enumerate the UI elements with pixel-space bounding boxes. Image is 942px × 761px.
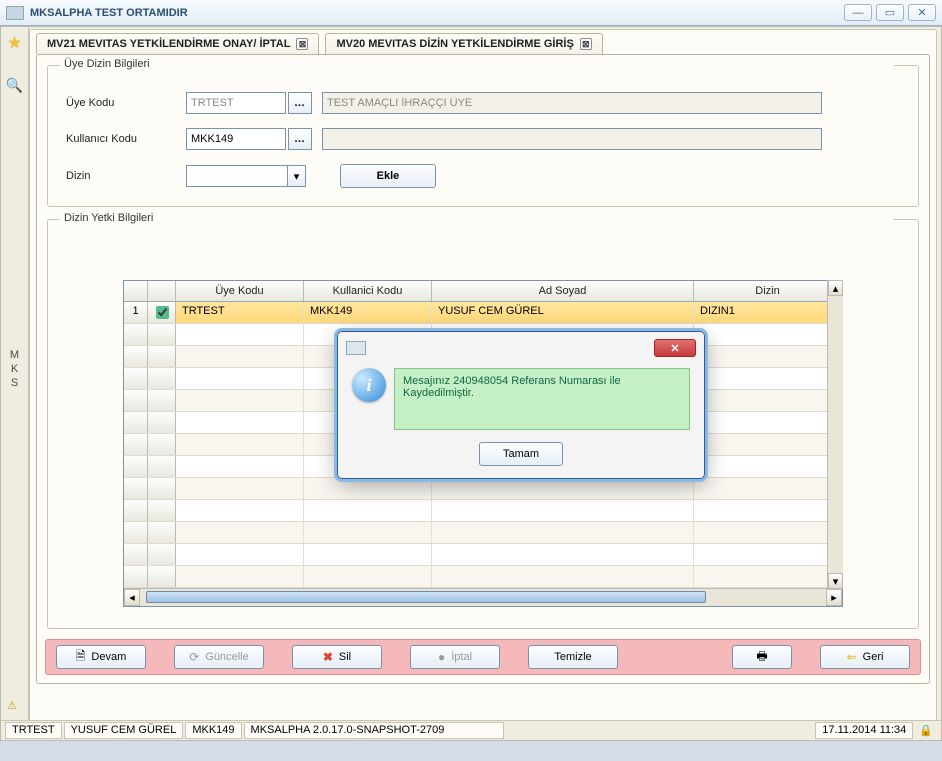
status-kullanici: MKK149 [185,722,241,739]
dizin-dropdown[interactable]: ▾ [186,165,306,187]
devam-label: Devam [91,651,126,663]
kullanici-kodu-input[interactable] [186,128,286,150]
temizle-button[interactable]: Temizle [528,645,618,669]
lock-icon[interactable]: 🔒 [915,724,937,737]
tamam-label: Tamam [503,448,539,460]
print-button[interactable]: 🖶 [732,645,792,669]
uye-kodu-input[interactable] [186,92,286,114]
table-row[interactable] [124,522,842,544]
tab-close-icon[interactable]: ⊠ [580,38,592,50]
scroll-left-icon[interactable]: ◂ [124,589,140,606]
uye-kodu-description [322,92,822,114]
grid-header-dizin[interactable]: Dizin [694,281,842,301]
geri-label: Geri [863,651,884,663]
cancel-icon: ● [438,650,445,664]
tamam-button[interactable]: Tamam [479,442,563,466]
grid-v-scrollbar[interactable]: ▴ ▾ [827,280,843,589]
uye-kodu-label: Üye Kodu [66,97,186,109]
uye-dizin-bilgileri-group: Üye Dizin Bilgileri Üye Kodu … Kullanıcı… [47,65,919,207]
grid-header-row: Üye Kodu Kullanici Kodu Ad Soyad Dizin [124,281,842,302]
table-row[interactable]: 1 TRTEST MKK149 YUSUF CEM GÜREL DIZIN1 [124,302,842,324]
fieldset-legend: Dizin Yetki Bilgileri [60,212,894,224]
scroll-vtrack[interactable] [828,296,843,573]
scroll-thumb[interactable] [146,591,706,603]
ekle-button-label: Ekle [377,170,400,182]
info-icon: i [352,368,386,402]
row-number: 1 [124,302,148,323]
kullanici-kodu-description [322,128,822,150]
cell-ad-soyad: YUSUF CEM GÜREL [432,302,694,323]
printer-icon: 🖶 [756,647,767,668]
tab-panel: Üye Dizin Bilgileri Üye Kodu … Kullanıcı… [36,54,930,684]
tab-label: MV21 MEVITAS YETKİLENDİRME ONAY/ İPTAL [47,38,290,50]
iptal-label: İptal [451,651,472,663]
cell-dizin: DIZIN1 [694,302,842,323]
kullanici-kodu-lookup-button[interactable]: … [288,128,312,150]
grid-h-scrollbar[interactable]: ◂ ▸ [124,588,842,606]
favorite-icon[interactable]: ★ [7,33,21,53]
iptal-button: ● İptal [410,645,500,669]
window-title: MKSALPHA TEST ORTAMIDIR [30,7,840,19]
dialog-logo-icon [346,341,366,355]
cell-kullanici-kodu: MKK149 [304,302,432,323]
scroll-up-icon[interactable]: ▴ [828,280,843,296]
tab-mv20[interactable]: MV20 MEVITAS DİZİN YETKİLENDİRME GİRİŞ ⊠ [325,33,602,54]
warning-icon[interactable]: ⚠ [7,699,17,712]
status-version: MKSALPHA 2.0.17.0-SNAPSHOT-2709 [244,722,504,739]
delete-icon: ✖ [323,650,333,664]
table-row[interactable] [124,478,842,500]
tab-label: MV20 MEVITAS DİZİN YETKİLENDİRME GİRİŞ [336,38,573,50]
maximize-button[interactable]: ▭ [876,4,904,21]
scroll-track[interactable] [140,589,826,606]
minimize-button[interactable]: — [844,4,872,21]
table-row[interactable] [124,500,842,522]
geri-button[interactable]: ⇐ Geri [820,645,910,669]
grid-header-kullanici-kodu[interactable]: Kullanici Kodu [304,281,432,301]
window-titlebar: MKSALPHA TEST ORTAMIDIR — ▭ ✕ [0,0,942,26]
search-icon[interactable]: 🔍 [6,77,23,94]
row-checkbox-cell [148,302,176,323]
action-bar: 🗎 Devam ⟳ Güncelle ✖ Sil ● İptal Temizle [45,639,921,675]
devam-button[interactable]: 🗎 Devam [56,645,146,669]
info-dialog: ✕ i Mesajınız 240948054 Referans Numaras… [337,331,705,479]
mks-label: M K S [10,348,19,390]
grid-header-ad-soyad[interactable]: Ad Soyad [432,281,694,301]
status-datetime: 17.11.2014 11:34 [815,722,913,739]
grid-header-uye-kodu[interactable]: Üye Kodu [176,281,304,301]
document-icon: 🗎 [76,647,86,668]
fieldset-legend: Üye Dizin Bilgileri [60,58,894,70]
dizin-label: Dizin [66,170,186,182]
guncelle-button: ⟳ Güncelle [174,645,264,669]
row-checkbox[interactable] [156,306,169,319]
ekle-button[interactable]: Ekle [340,164,436,188]
scroll-right-icon[interactable]: ▸ [826,589,842,606]
dialog-close-button[interactable]: ✕ [654,339,696,357]
grid-header-rownum [124,281,148,301]
left-sidebar: ★ 🔍 M K S [1,27,29,720]
kullanici-kodu-label: Kullanıcı Kodu [66,133,186,145]
grid-header-check [148,281,176,301]
dialog-titlebar[interactable]: ✕ [342,336,700,360]
status-bar: TRTEST YUSUF CEM GÜREL MKK149 MKSALPHA 2… [1,720,941,740]
close-button[interactable]: ✕ [908,4,936,21]
chevron-down-icon[interactable]: ▾ [287,166,305,186]
refresh-icon: ⟳ [189,650,199,664]
status-user: YUSUF CEM GÜREL [64,722,184,739]
sil-label: Sil [339,651,351,663]
app-logo-icon [6,6,24,20]
status-uye: TRTEST [5,722,62,739]
table-row[interactable] [124,566,842,588]
table-row[interactable] [124,544,842,566]
back-arrow-icon: ⇐ [847,650,857,664]
uye-kodu-lookup-button[interactable]: … [288,92,312,114]
tab-mv21[interactable]: MV21 MEVITAS YETKİLENDİRME ONAY/ İPTAL ⊠ [36,33,319,54]
dialog-message: Mesajınız 240948054 Referans Numarası il… [394,368,690,430]
guncelle-label: Güncelle [205,651,248,663]
tab-bar: MV21 MEVITAS YETKİLENDİRME ONAY/ İPTAL ⊠… [30,30,936,54]
temizle-label: Temizle [554,651,591,663]
tab-close-icon[interactable]: ⊠ [296,38,308,50]
cell-uye-kodu: TRTEST [176,302,304,323]
sil-button[interactable]: ✖ Sil [292,645,382,669]
scroll-down-icon[interactable]: ▾ [828,573,843,589]
